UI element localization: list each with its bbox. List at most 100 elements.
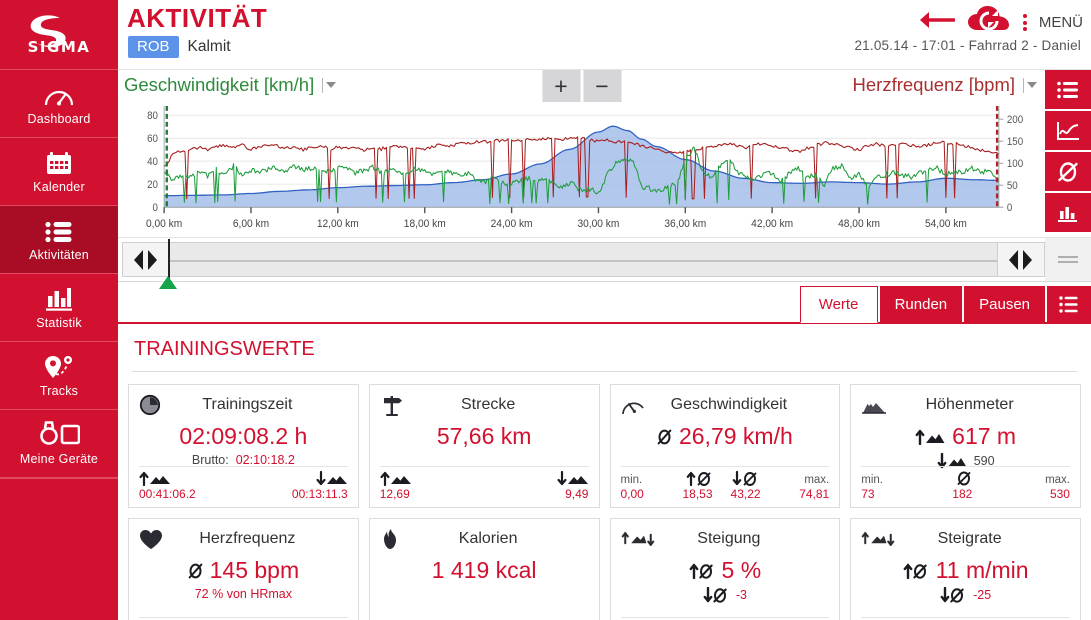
stat-card-strecke[interactable]: Strecke 57,66 km 12,69 9,49 <box>368 384 600 508</box>
cloud-sync-icon[interactable] <box>967 6 1011 39</box>
chart-header: Geschwindigkeit [km/h] + − Herzfrequenz … <box>118 70 1045 104</box>
kebab-menu-icon[interactable] <box>1022 14 1027 31</box>
sidebar-item-meine-geraete[interactable]: Meine Geräte <box>0 410 118 478</box>
stat-card-title: Steigung <box>697 530 761 547</box>
stat-card-header: Steigrate <box>861 525 1070 553</box>
stat-value-text: 145 bpm <box>209 557 300 583</box>
legend-list-button[interactable] <box>1045 70 1091 111</box>
svg-text:54,00 km: 54,00 km <box>925 218 967 231</box>
stat-card-value: 26,79 km/h <box>621 423 830 450</box>
stat-max-value: 9,49 <box>565 487 589 501</box>
svg-text:100: 100 <box>1007 159 1023 171</box>
activity-chart[interactable]: 0 20 40 60 80 0 50 100 150 200 0,00 km 6,00 km 12,00… <box>118 100 1045 237</box>
sidebar-item-label: Aktivitäten <box>29 248 89 262</box>
stat-card-steigung[interactable]: Steigung 5 % -3 min.max. <box>609 518 841 620</box>
right-axis-legend: Herzfrequenz [bpm] <box>853 74 1037 96</box>
menu-label[interactable]: MENÜ <box>1039 14 1083 31</box>
tab-runden[interactable]: Runden <box>879 286 963 323</box>
stat-sub-text: -25 <box>973 588 992 602</box>
sport-badge[interactable]: ROB <box>128 36 179 58</box>
up-avg-inline <box>689 563 715 579</box>
tab-pausen[interactable]: Pausen <box>964 286 1045 323</box>
svg-text:20: 20 <box>147 180 158 192</box>
stat-card-header: Herzfrequenz <box>139 525 348 553</box>
stat-card-trainingszeit[interactable]: Trainingszeit 02:09:08.2 h Brutto: 02:10:… <box>128 384 359 508</box>
stat-card-header: Strecke <box>380 391 589 419</box>
main-content: AKTIVITÄT ROB Kalmit MENÜ 21.05.14 - 17:… <box>118 0 1091 620</box>
tabs-list-button[interactable] <box>1047 286 1091 323</box>
chart-panel: Geschwindigkeit [km/h] + − Herzfrequenz … <box>118 70 1091 238</box>
stat-card-footer: min. max. 0,00 18,53 43,22 74,81 <box>620 466 830 501</box>
stat-sub-text: 02:10:18.2 <box>235 453 295 467</box>
section-divider <box>132 371 1077 372</box>
svg-text:200: 200 <box>1007 115 1023 127</box>
scrubber-left-arrows[interactable] <box>123 249 169 271</box>
zoom-out-button[interactable]: − <box>583 70 621 102</box>
sidebar: SIGMA Dashboard Kalender Aktivitäten Sta… <box>0 0 118 620</box>
up-hill-icon <box>139 471 171 486</box>
right-axis-dropdown[interactable] <box>1023 77 1037 93</box>
stat-card-herzfrequenz[interactable]: Herzfrequenz 145 bpm 72 % von HRmax min.… <box>128 518 359 620</box>
activity-meta: 21.05.14 - 17:01 - Fahrrad 2 - Daniel <box>854 38 1081 53</box>
activity-subtitle: ROB Kalmit <box>128 36 231 58</box>
svg-text:80: 80 <box>147 111 158 123</box>
left-axis-title: Geschwindigkeit [km/h] <box>124 74 315 95</box>
bar-chart-button[interactable] <box>1045 193 1091 234</box>
stat-card-kalorien[interactable]: Kalorien 1 419 kcal <box>368 518 600 620</box>
scrubber-right-arrows[interactable] <box>998 249 1044 271</box>
speedometer-icon <box>621 394 655 416</box>
sidebar-item-aktivitaeten[interactable]: Aktivitäten <box>0 206 118 274</box>
stat-card-title: Kalorien <box>458 530 518 547</box>
zoom-in-button[interactable]: + <box>542 70 580 102</box>
drag-handle-icon[interactable] <box>1045 238 1091 281</box>
stat-value-text: 5 % <box>721 557 762 583</box>
map-pin-icon <box>43 353 75 379</box>
sidebar-item-dashboard[interactable]: Dashboard <box>0 70 118 138</box>
stat-card-footer: min. max. 73 182 530 <box>861 466 1070 501</box>
stat-footer-mid-icons <box>956 471 972 486</box>
start-marker[interactable] <box>159 239 177 289</box>
stat-card-value: 57,66 km <box>380 423 589 450</box>
stat-card-header: Trainingszeit <box>139 391 348 419</box>
sidebar-item-tracks[interactable]: Tracks <box>0 342 118 410</box>
stat-card-subvalue: -25 <box>861 587 1070 603</box>
stat-mid-value: 43,22 <box>730 487 761 501</box>
left-axis-dropdown[interactable] <box>322 77 337 93</box>
heart-icon <box>139 529 173 550</box>
stat-card-steigrate[interactable]: Steigrate 11 m/min -25 min.max. <box>850 518 1081 620</box>
avg-icon <box>956 471 972 486</box>
tab-label: Runden <box>894 296 948 313</box>
stat-card-geschwindigkeit[interactable]: Geschwindigkeit 26,79 km/h min. max. 0,00… <box>609 384 841 508</box>
average-button[interactable] <box>1045 152 1091 193</box>
up-hill-icon <box>380 471 412 486</box>
stat-card-title: Höhenmeter <box>925 396 1014 413</box>
calendar-icon <box>46 149 72 175</box>
scrubber-track[interactable] <box>159 239 998 289</box>
stat-min-label: min. <box>861 474 883 486</box>
stat-footer-labels: min. max. <box>861 471 1070 486</box>
back-arrow-icon[interactable] <box>917 9 956 36</box>
stat-card-höhenmeter[interactable]: Höhenmeter 617 m 590 min. max. 73 182 530 <box>850 384 1081 508</box>
oe <box>657 429 672 445</box>
stat-card-subvalue: 72 % von HRmax <box>139 587 348 601</box>
line-chart-button[interactable] <box>1045 111 1091 152</box>
down-avg-inline <box>940 587 966 603</box>
stat-footer-mid-values: 182 <box>952 487 972 501</box>
stat-min-value: 00:41:06.2 <box>139 487 196 501</box>
oe <box>188 563 203 579</box>
svg-text:18,00 km: 18,00 km <box>404 218 446 231</box>
down-hill-icon <box>316 471 348 486</box>
stat-card-footer: 00:41:06.2 00:13:11.3 <box>139 466 348 501</box>
sidebar-item-statistik[interactable]: Statistik <box>0 274 118 342</box>
svg-text:0: 0 <box>1007 203 1013 215</box>
stat-card-value: 1 419 kcal <box>380 557 589 584</box>
sidebar-item-kalender[interactable]: Kalender <box>0 138 118 206</box>
stat-footer-mid-icons <box>686 471 760 486</box>
page-header: AKTIVITÄT ROB Kalmit MENÜ 21.05.14 - 17:… <box>118 0 1091 70</box>
stat-card-grid: Trainingszeit 02:09:08.2 h Brutto: 02:10:… <box>128 384 1081 620</box>
tab-werte[interactable]: Werte <box>799 286 878 323</box>
down-avg-inline <box>703 587 729 603</box>
stat-max-value: 00:13:11.3 <box>291 487 348 501</box>
stat-max-label: max. <box>804 474 830 486</box>
stat-value-text: 1 419 kcal <box>431 557 537 583</box>
